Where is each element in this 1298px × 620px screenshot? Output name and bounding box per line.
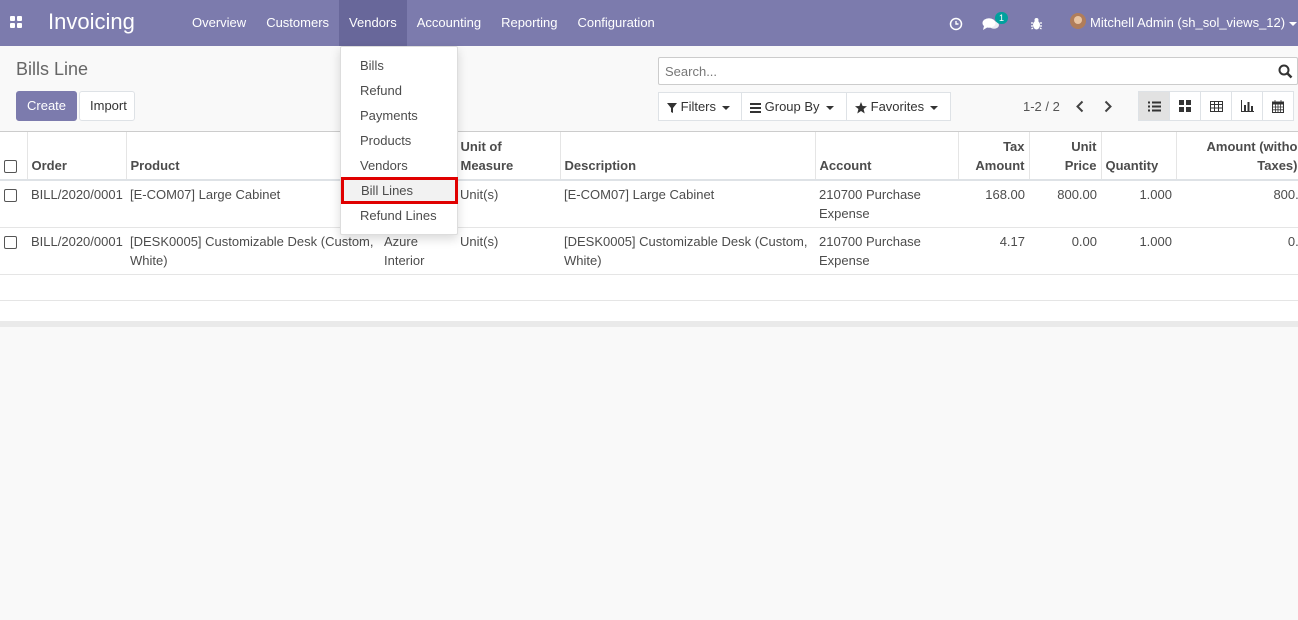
cell-account[interactable]: 210700 Purchase Expense [815, 180, 958, 228]
pivot-view-icon[interactable] [1200, 91, 1232, 121]
row-select-cell [0, 227, 27, 275]
messages-chat-icon[interactable]: 1 [982, 0, 1012, 46]
column-header-quantity[interactable]: Quantity [1101, 132, 1177, 181]
create-button[interactable]: Create [16, 91, 78, 121]
cell-order[interactable]: BILL/2020/0001 [27, 227, 126, 275]
apps-menu-icon[interactable] [10, 16, 22, 28]
filter-icon [667, 102, 677, 113]
cell-tax-amount[interactable]: 168.00 [958, 180, 1029, 228]
breadcrumb-title: Bills Line [16, 59, 89, 79]
column-header-uom[interactable]: Unit of Measure [456, 132, 561, 181]
view-switcher [1138, 91, 1294, 121]
user-menu[interactable]: Mitchell Admin (sh_sol_views_12) [1090, 0, 1298, 46]
cell-amount[interactable]: 0.0 [1176, 227, 1298, 275]
kanban-view-icon[interactable] [1169, 91, 1201, 121]
messages-badge: 1 [995, 12, 1009, 24]
dropdown-item-payments[interactable]: Payments [341, 103, 457, 128]
list-footer [0, 321, 1298, 327]
cell-uom[interactable]: Unit(s) [456, 180, 560, 228]
column-header-unit-price[interactable]: Unit Price [1029, 132, 1102, 181]
select-all-cell [0, 132, 28, 181]
activity-clock-icon[interactable] [949, 0, 963, 46]
dropdown-item-bill-lines[interactable]: Bill Lines [341, 177, 458, 204]
group-by-button[interactable]: Group By [741, 92, 847, 121]
column-header-description[interactable]: Description [560, 132, 816, 181]
star-icon [855, 101, 867, 114]
row-checkbox[interactable] [4, 189, 17, 203]
favorites-label: Favorites [870, 99, 925, 114]
bill-lines-list: Order Product Unit of Measure Descriptio… [0, 131, 1298, 327]
group-by-label: Group By [764, 99, 820, 114]
app-brand[interactable]: Invoicing [48, 9, 135, 35]
row-checkbox[interactable] [4, 236, 17, 250]
cell-quantity[interactable]: 1.000 [1101, 227, 1176, 275]
dropdown-item-refund[interactable]: Refund [341, 78, 457, 103]
table-row[interactable]: BILL/2020/0001 [DESK0005] Customizable D… [0, 227, 1298, 275]
caret-down-icon [1289, 21, 1298, 26]
menu-configuration[interactable]: Configuration [567, 0, 664, 46]
search-input[interactable] [659, 58, 1259, 84]
cell-description[interactable]: [E-COM07] Large Cabinet [560, 180, 815, 228]
cell-quantity[interactable]: 1.000 [1101, 180, 1176, 228]
pager-previous-icon[interactable] [1075, 100, 1085, 116]
search-icon[interactable] [1278, 64, 1293, 82]
empty-row [0, 274, 1298, 301]
vendors-dropdown-menu: Bills Refund Payments Products Vendors B… [340, 46, 458, 235]
row-select-cell [0, 180, 27, 228]
cell-order[interactable]: BILL/2020/0001 [27, 180, 126, 228]
cell-tax-amount[interactable]: 4.17 [958, 227, 1029, 275]
import-button[interactable]: Import [79, 91, 135, 121]
pager-next-icon[interactable] [1103, 100, 1113, 116]
main-menu: Overview Customers Vendors Accounting Re… [182, 0, 665, 46]
list-table: Order Product Unit of Measure Descriptio… [0, 132, 1298, 327]
pager-value[interactable]: 1-2 / 2 [1023, 99, 1060, 114]
group-by-icon [750, 102, 761, 113]
user-avatar[interactable] [1070, 13, 1086, 29]
menu-vendors[interactable]: Vendors [339, 0, 407, 46]
cell-amount[interactable]: 800.0 [1176, 180, 1298, 228]
search-bar [658, 57, 1298, 85]
select-all-checkbox[interactable] [4, 160, 17, 174]
list-header-row: Order Product Unit of Measure Descriptio… [0, 132, 1298, 181]
dropdown-item-products[interactable]: Products [341, 128, 457, 153]
filters-label: Filters [680, 99, 717, 114]
top-navbar: Invoicing Overview Customers Vendors Acc… [0, 0, 1298, 46]
graph-view-icon[interactable] [1231, 91, 1263, 121]
list-view-icon[interactable] [1138, 91, 1170, 121]
cell-unit-price[interactable]: 800.00 [1029, 180, 1101, 228]
dropdown-item-bills[interactable]: Bills [341, 53, 457, 78]
cell-description[interactable]: [DESK0005] Customizable Desk (Custom, Wh… [560, 227, 815, 275]
dropdown-item-vendors[interactable]: Vendors [341, 153, 457, 178]
column-header-tax-amount[interactable]: Tax Amount [958, 132, 1030, 181]
column-header-order[interactable]: Order [27, 132, 127, 181]
menu-overview[interactable]: Overview [182, 0, 256, 46]
table-row[interactable]: BILL/2020/0001 [E-COM07] Large Cabinet U… [0, 180, 1298, 228]
cell-uom[interactable]: Unit(s) [456, 227, 560, 275]
column-header-amount[interactable]: Amount (witho Taxes) [1176, 132, 1298, 181]
debug-bug-icon[interactable] [1030, 0, 1043, 46]
menu-accounting[interactable]: Accounting [407, 0, 491, 46]
user-name: Mitchell Admin (sh_sol_views_12) [1090, 15, 1286, 30]
cell-account[interactable]: 210700 Purchase Expense [815, 227, 958, 275]
menu-customers[interactable]: Customers [256, 0, 339, 46]
dropdown-item-refund-lines[interactable]: Refund Lines [341, 203, 457, 228]
column-header-account[interactable]: Account [815, 132, 959, 181]
menu-reporting[interactable]: Reporting [491, 0, 567, 46]
favorites-button[interactable]: Favorites [846, 92, 951, 121]
cell-unit-price[interactable]: 0.00 [1029, 227, 1101, 275]
calendar-view-icon[interactable] [1262, 91, 1294, 121]
filters-button[interactable]: Filters [658, 92, 742, 121]
